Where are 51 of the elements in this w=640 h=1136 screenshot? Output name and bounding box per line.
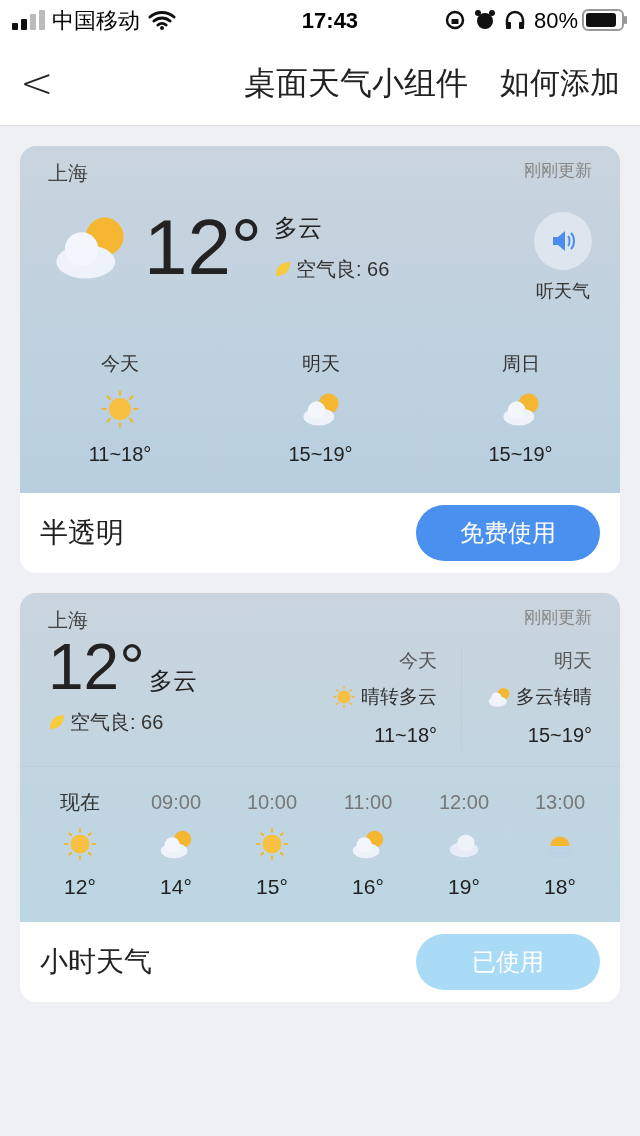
- hour-temperature: 16°: [352, 873, 384, 900]
- temperature-range: 11~18°: [88, 441, 152, 467]
- air-quality: 空气良: 66: [70, 709, 164, 735]
- temperature-range: 15~19°: [488, 441, 553, 467]
- hour-temperature: 19°: [448, 873, 480, 900]
- day-label: 周日: [501, 352, 540, 376]
- temperature-range: 11~18°: [374, 722, 437, 748]
- hour-temperature: 12°: [64, 873, 96, 900]
- forecast-condition: 晴转多云: [361, 685, 437, 709]
- day-label: 明天: [301, 352, 340, 376]
- battery-percent: 80%: [533, 6, 578, 35]
- sun-icon: [331, 684, 357, 711]
- day-label: 今天: [399, 648, 437, 673]
- carrier-label: 中国移动: [52, 6, 140, 35]
- signal-icon: [12, 10, 48, 30]
- widget-name: 小时天气: [40, 945, 152, 979]
- hour-label: 12:00: [438, 789, 490, 815]
- update-status: 刚刚更新: [524, 160, 592, 182]
- clock: 17:43: [300, 6, 359, 35]
- hour-label: 13:00: [534, 789, 586, 815]
- battery-icon: [582, 8, 628, 32]
- hour-temperature: 15°: [256, 873, 288, 900]
- temperature-range: 15~19°: [288, 441, 353, 467]
- air-quality: 空气良: 66: [295, 256, 390, 282]
- headphones-icon: [503, 9, 526, 31]
- hour-temperature: 18°: [544, 873, 576, 900]
- widget-name: 半透明: [40, 515, 124, 550]
- day-label: 今天: [101, 352, 139, 376]
- temperature: 12°: [48, 634, 145, 699]
- hour-label: 现在: [60, 789, 100, 815]
- condition-label: 多云: [148, 665, 197, 696]
- leaf-icon: [273, 259, 292, 278]
- temperature-range: 15~19°: [527, 722, 592, 748]
- city-label: 上海: [48, 607, 88, 633]
- hour-label: 09:00: [150, 789, 202, 815]
- hour-label: 11:00: [343, 789, 393, 815]
- forecast-condition: 多云转晴: [516, 685, 592, 709]
- city-label: 上海: [48, 161, 88, 186]
- listen-label: 听天气: [536, 280, 590, 303]
- day-label: 明天: [554, 648, 592, 673]
- back-button[interactable]: <: [20, 52, 54, 113]
- leaf-icon: [48, 712, 66, 731]
- how-to-add-link[interactable]: 如何添加: [500, 60, 620, 105]
- condition-label: 多云: [273, 212, 323, 243]
- temperature: 12°: [144, 207, 262, 286]
- update-status: 刚刚更新: [524, 606, 592, 629]
- hour-temperature: 14°: [160, 873, 192, 900]
- page-title: 桌面天气小组件: [244, 63, 468, 103]
- rotation-lock-icon: [443, 9, 466, 31]
- wifi-icon: [148, 9, 176, 31]
- hour-label: 10:00: [246, 789, 298, 815]
